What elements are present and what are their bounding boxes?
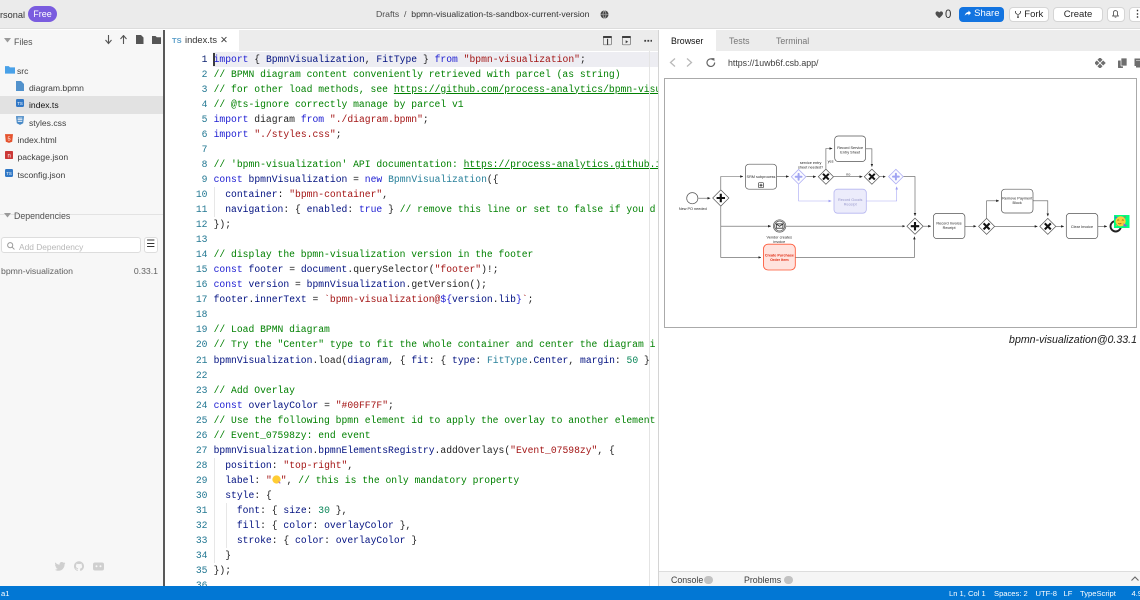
svg-text:Receipt: Receipt: [943, 226, 957, 230]
svg-text:Entry Sheet: Entry Sheet: [840, 151, 861, 155]
svg-text:New PO needed: New PO needed: [679, 207, 707, 211]
svg-text:TS: TS: [17, 101, 23, 106]
svg-text:Receipt: Receipt: [844, 203, 858, 207]
svg-text:invoice: invoice: [773, 240, 785, 244]
svg-text:Create Purchase: Create Purchase: [765, 254, 794, 258]
svg-text:SRM subprocess: SRM subprocess: [747, 175, 776, 179]
svg-text:Record Goods: Record Goods: [838, 198, 863, 202]
svg-text:TS: TS: [6, 171, 12, 176]
svg-text:Remove Payment: Remove Payment: [1002, 197, 1033, 201]
svg-text:Order Item: Order Item: [770, 258, 789, 262]
svg-text:5: 5: [7, 136, 10, 142]
svg-text:n: n: [7, 154, 10, 160]
svg-text:Record Invoice: Record Invoice: [936, 222, 961, 226]
svg-text:no: no: [846, 173, 850, 177]
svg-text:Record Service: Record Service: [837, 146, 863, 150]
svg-text:yes: yes: [828, 159, 834, 163]
svg-text:sheet needed?: sheet needed?: [798, 166, 823, 170]
svg-text:Vendor creates: Vendor creates: [767, 236, 793, 240]
svg-text:service entry: service entry: [800, 161, 822, 165]
svg-text:Clear Invoice: Clear Invoice: [1071, 225, 1093, 229]
svg-text:Block: Block: [1013, 201, 1022, 205]
